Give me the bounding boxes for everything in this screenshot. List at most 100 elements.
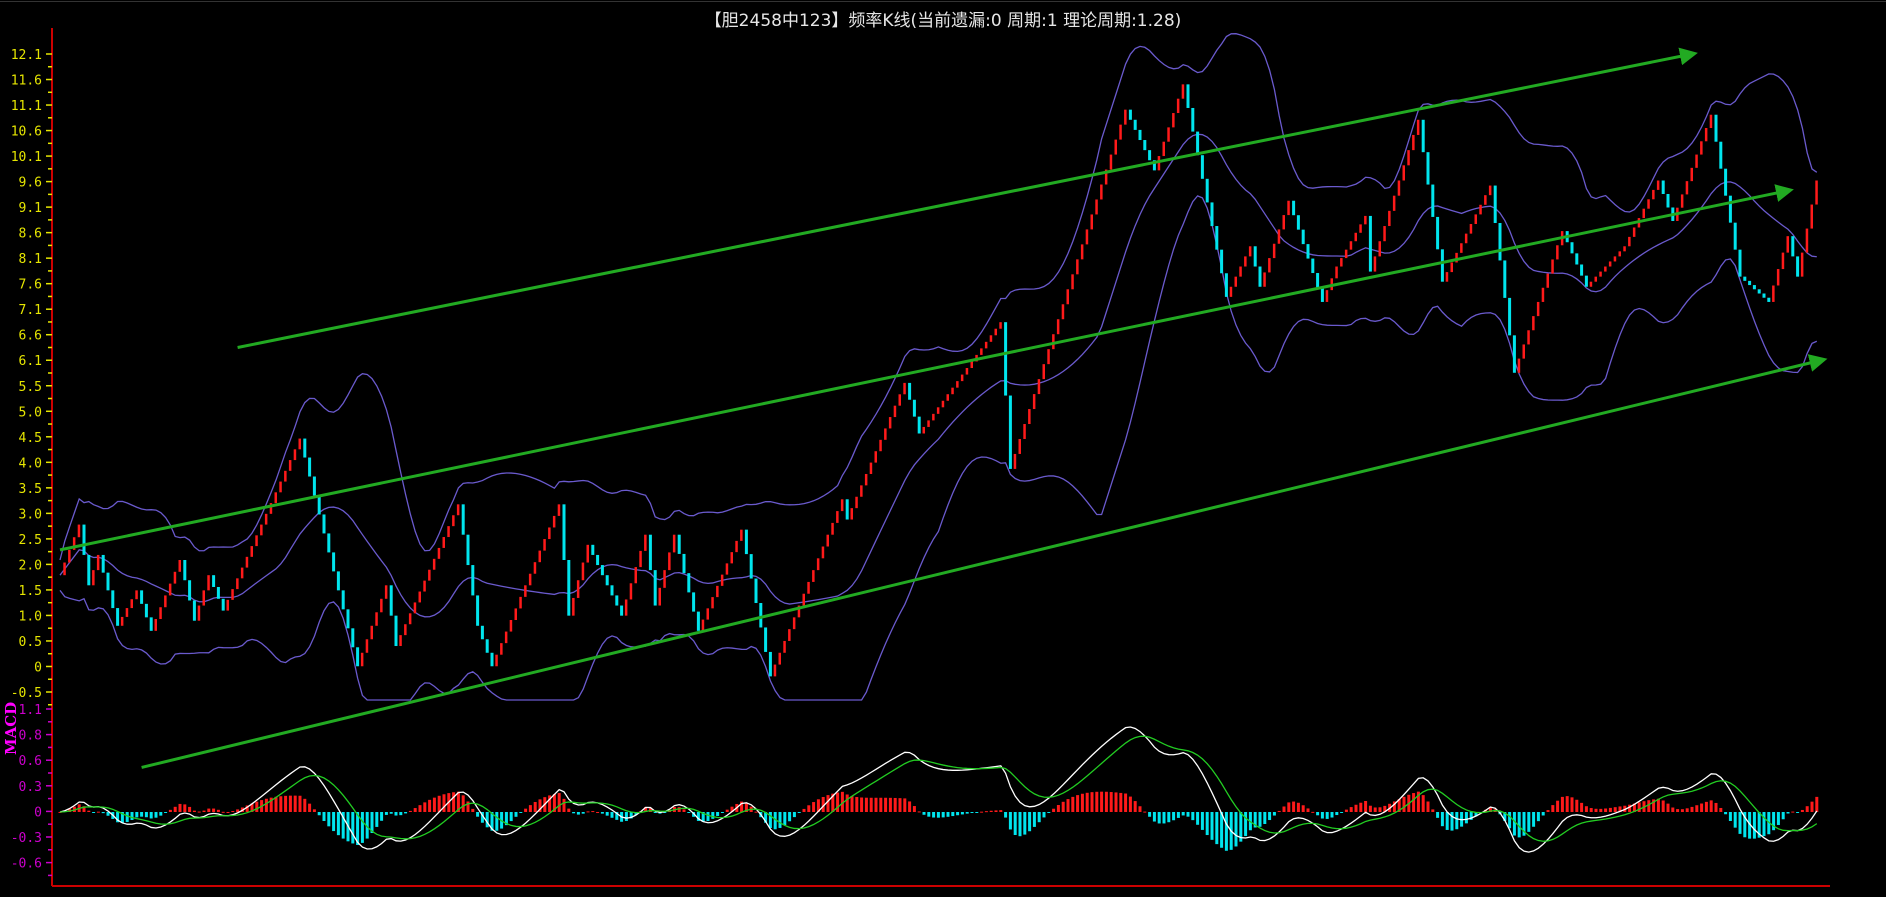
up-candle bbox=[428, 569, 431, 581]
price-tick-label: -0.5 bbox=[11, 686, 42, 701]
macd-bar-positive bbox=[1656, 798, 1660, 812]
up-candle bbox=[869, 462, 873, 474]
trend-line-upper-channel bbox=[237, 47, 1698, 349]
macd-bar-positive bbox=[725, 809, 729, 812]
down-candle bbox=[1296, 215, 1300, 230]
up-candle bbox=[994, 328, 997, 336]
up-candle bbox=[1340, 258, 1343, 267]
up-candle bbox=[1047, 349, 1050, 365]
up-candle bbox=[1541, 287, 1545, 302]
up-candle bbox=[236, 578, 239, 590]
up-candle bbox=[404, 624, 407, 636]
up-candle bbox=[1623, 246, 1626, 252]
up-candle bbox=[826, 534, 829, 547]
up-candle bbox=[802, 593, 805, 606]
macd-bar-negative bbox=[495, 812, 499, 831]
up-candle bbox=[159, 607, 162, 620]
down-candle bbox=[1143, 140, 1147, 151]
macd-bar-negative bbox=[125, 812, 129, 823]
macd-bar-negative bbox=[1733, 812, 1737, 828]
macd-bar-positive bbox=[562, 798, 566, 812]
macd-bar-positive bbox=[1695, 805, 1699, 812]
down-candle bbox=[600, 565, 604, 576]
macd-bar-negative bbox=[394, 812, 398, 816]
kline-chart: 12.1 11.6 11.1 10.6 10.1 9.6 9.1 8.6 8.1 7.6 7.1 6.… bbox=[11, 28, 1830, 887]
up-candle bbox=[903, 382, 906, 395]
macd-bar-positive bbox=[1565, 796, 1569, 812]
macd-bar-negative bbox=[1191, 812, 1195, 821]
down-candle bbox=[759, 603, 763, 628]
down-candle bbox=[212, 575, 216, 587]
up-candle bbox=[730, 552, 733, 564]
price-tick-label: 4.0 bbox=[19, 456, 42, 471]
macd-bar-positive bbox=[298, 795, 302, 812]
up-candle bbox=[1402, 165, 1405, 181]
down-candle bbox=[1200, 155, 1204, 179]
up-candle bbox=[1268, 258, 1271, 273]
down-candle bbox=[696, 611, 700, 631]
macd-bar-negative bbox=[1013, 812, 1017, 835]
up-candle bbox=[1546, 273, 1549, 288]
macd-bar-negative bbox=[946, 812, 950, 817]
macd-bar-negative bbox=[1004, 812, 1008, 818]
down-candle bbox=[336, 571, 340, 591]
up-candle bbox=[932, 413, 935, 421]
up-candle bbox=[1517, 358, 1521, 373]
up-candle bbox=[1416, 119, 1420, 135]
down-candle bbox=[1306, 244, 1310, 259]
macd-tick-label: 0.8 bbox=[19, 729, 42, 744]
up-candle bbox=[716, 585, 719, 598]
up-candle bbox=[1287, 200, 1290, 216]
macd-bar-positive bbox=[423, 802, 427, 812]
up-candle bbox=[1772, 285, 1775, 302]
macd-bar-negative bbox=[360, 812, 364, 843]
macd-bar-positive bbox=[1301, 805, 1305, 812]
macd-bar-negative bbox=[572, 812, 576, 814]
up-candle bbox=[984, 341, 988, 349]
macd-bar-negative bbox=[144, 812, 148, 818]
up-candle bbox=[581, 562, 585, 581]
macd-bar-positive bbox=[528, 805, 532, 812]
up-candle bbox=[548, 527, 551, 540]
down-candle bbox=[312, 476, 316, 496]
macd-bar-positive bbox=[202, 810, 206, 812]
up-candle bbox=[1652, 189, 1655, 200]
macd-bar-negative bbox=[965, 812, 969, 814]
up-candle bbox=[1028, 409, 1031, 425]
down-candle bbox=[466, 534, 470, 566]
macd-bar-positive bbox=[1296, 802, 1300, 812]
macd-bar-negative bbox=[1512, 812, 1516, 836]
price-tick-label: 8.6 bbox=[19, 227, 42, 242]
macd-bar-negative bbox=[332, 812, 336, 832]
macd-bar-positive bbox=[557, 793, 561, 812]
macd-bar-negative bbox=[1032, 812, 1036, 827]
macd-bar-positive bbox=[1580, 802, 1584, 812]
up-candle bbox=[572, 597, 575, 616]
macd-bar-negative bbox=[1536, 812, 1540, 822]
down-candle bbox=[1133, 119, 1137, 130]
down-candle bbox=[1215, 226, 1219, 250]
macd-bar-positive bbox=[1426, 801, 1430, 812]
down-candle bbox=[1738, 249, 1742, 277]
macd-bar-negative bbox=[476, 812, 480, 817]
down-candle bbox=[144, 603, 148, 618]
up-candle bbox=[1464, 233, 1468, 244]
down-candle bbox=[1316, 273, 1320, 288]
up-candle bbox=[1263, 272, 1266, 287]
down-candle bbox=[1791, 236, 1795, 257]
up-candle bbox=[197, 605, 201, 621]
up-candle bbox=[533, 562, 537, 574]
up-candle bbox=[812, 570, 815, 582]
macd-bar-negative bbox=[149, 812, 153, 819]
macd-bar-negative bbox=[1167, 812, 1171, 823]
down-candle bbox=[692, 592, 696, 612]
up-candle bbox=[1167, 127, 1170, 142]
macd-bar-positive bbox=[845, 794, 849, 812]
price-tick-label: 7.1 bbox=[19, 303, 42, 318]
macd-bar-positive bbox=[1613, 807, 1617, 812]
up-candle bbox=[1076, 259, 1079, 275]
macd-bar-negative bbox=[1148, 812, 1152, 817]
macd-bar-negative bbox=[711, 812, 715, 819]
macd-tick-label: 1.1 bbox=[19, 703, 42, 718]
macd-bar-positive bbox=[178, 803, 182, 812]
